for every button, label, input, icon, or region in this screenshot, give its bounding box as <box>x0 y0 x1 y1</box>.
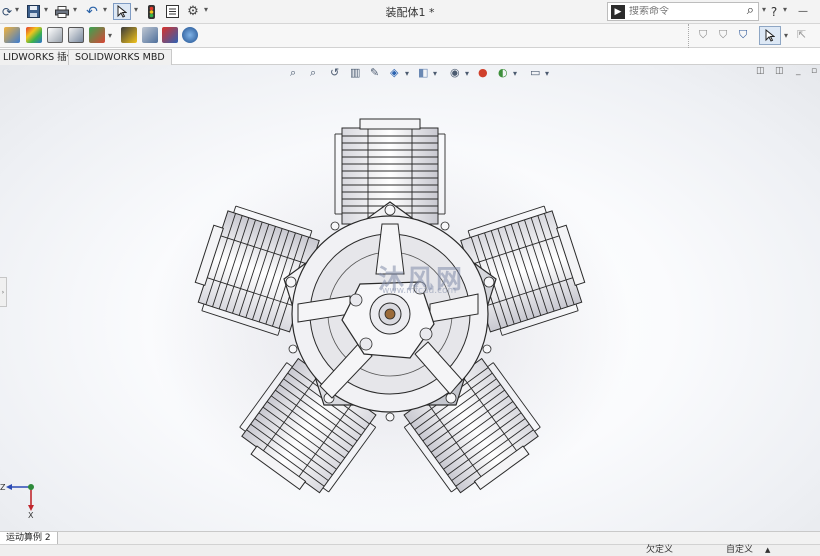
viewport-restore-icon[interactable]: ◫ <box>775 66 784 76</box>
options-dropdown-icon[interactable]: ▾ <box>204 5 208 14</box>
hide-show-items-icon[interactable]: ◉ <box>450 66 460 79</box>
filter-funnel-icon[interactable]: ⛉ <box>699 28 707 42</box>
command-manager-toolbar: ▾ ⛉ ⛉ ⛉ ▾ ⇱ <box>0 24 820 48</box>
status-custom-units[interactable]: 自定义 <box>726 545 753 556</box>
display-style-icon[interactable]: ◧ <box>418 66 428 79</box>
smart-fasteners-icon[interactable] <box>182 27 198 43</box>
zoom-to-fit-icon[interactable]: ⌕ <box>290 66 296 80</box>
viewport-maximize-icon[interactable]: ▫ <box>811 66 817 76</box>
view-settings-dropdown-icon[interactable]: ▾ <box>545 69 549 78</box>
select-tool-dropdown-icon[interactable]: ▾ <box>784 31 788 40</box>
print-dropdown-icon[interactable]: ▾ <box>73 5 77 14</box>
viewport-tile-icon[interactable]: ◫ <box>756 66 765 76</box>
display-style-dropdown-icon[interactable]: ▾ <box>433 69 437 78</box>
apply-scene-dropdown-icon[interactable]: ▾ <box>513 69 517 78</box>
command-tabs: LIDWORKS 插件 SOLIDWORKS MBD <box>0 48 820 65</box>
previous-view-icon[interactable]: ↺ <box>330 66 339 79</box>
section-view-icon[interactable]: ▥ <box>350 66 360 79</box>
search-input[interactable] <box>629 6 729 17</box>
command-search-icon: ▶ <box>611 4 625 19</box>
edit-appearance-icon[interactable]: ● <box>478 66 488 79</box>
filter-edges-icon[interactable]: ⛉ <box>719 28 727 42</box>
view-settings-icon[interactable]: ▭ <box>530 66 540 79</box>
viewport-minimize-icon[interactable]: _ <box>796 66 801 76</box>
appearance-icon[interactable] <box>26 27 42 43</box>
search-dropdown-icon[interactable]: ▾ <box>762 5 766 14</box>
save-icon[interactable] <box>25 3 41 20</box>
graphics-area[interactable]: ⌕ ⌕ ↺ ▥ ✎ ◈ ▾ ◧ ▾ ◉ ▾ ● ◐ ▾ ▭ ▾ ◫ ◫ _ ▫ … <box>0 65 820 531</box>
filter-faces-icon[interactable]: ⛉ <box>739 28 747 42</box>
heads-up-view-toolbar: ⌕ ⌕ ↺ ▥ ✎ ◈ ▾ ◧ ▾ ◉ ▾ ● ◐ ▾ ▭ ▾ <box>290 65 570 81</box>
watermark-url: www.mfcad.com <box>382 286 457 296</box>
help-dropdown-icon[interactable]: ▾ <box>783 5 787 14</box>
save-dropdown-icon[interactable]: ▾ <box>44 5 48 14</box>
minimize-button[interactable]: — <box>797 3 809 20</box>
search-commands-box[interactable]: ▶ ⌕ <box>607 2 759 21</box>
hide-show-dropdown-icon[interactable]: ▾ <box>465 69 469 78</box>
assembly-icon[interactable] <box>4 27 20 43</box>
select-arrow-icon[interactable] <box>113 3 131 20</box>
move-component-icon[interactable] <box>162 27 178 43</box>
motion-study-tabs: 运动算例 2 <box>0 531 820 545</box>
radial-engine-model[interactable] <box>140 99 660 529</box>
triad-z-label: Z <box>0 483 6 492</box>
help-icon[interactable]: ? <box>769 3 779 20</box>
view-orientation-dropdown-icon[interactable]: ▾ <box>405 69 409 78</box>
reference-triad: Z X <box>0 483 34 519</box>
select-dropdown-icon[interactable]: ▾ <box>134 5 138 14</box>
title-bar: ⟳ ▾ ▾ ▾ ↶ ▾ ▾ ⚙ ▾ 装配体1 * ▶ ⌕ ▾ ? ▾ — <box>0 0 820 24</box>
rebuild-traffic-light-icon[interactable] <box>146 3 156 20</box>
insert-components-icon[interactable] <box>89 27 105 43</box>
select-tool-button[interactable] <box>759 26 781 45</box>
view-orientation-icon[interactable]: ◈ <box>390 66 398 79</box>
dynamic-annotation-icon[interactable]: ✎ <box>370 66 379 79</box>
apply-scene-icon[interactable]: ◐ <box>498 66 508 79</box>
file-properties-icon[interactable] <box>164 3 180 20</box>
feature-manager-expand-handle[interactable]: › <box>0 277 7 307</box>
undo-dropdown-icon[interactable]: ▾ <box>103 5 107 14</box>
mate-icon[interactable] <box>142 27 158 43</box>
status-under-defined: 欠定义 <box>646 545 674 555</box>
component-properties-icon[interactable] <box>47 27 63 43</box>
print-icon[interactable] <box>54 3 70 20</box>
undo-icon[interactable]: ↶ <box>84 3 100 20</box>
tab-solidworks-mbd[interactable]: SOLIDWORKS MBD <box>68 49 172 65</box>
filter-toggle-icon[interactable]: ⇱ <box>797 28 806 41</box>
units-dropdown-icon[interactable]: ▲ <box>765 545 770 556</box>
open-icon[interactable]: ⟳ <box>2 3 12 20</box>
options-gear-icon[interactable]: ⚙ <box>185 3 201 20</box>
search-icon[interactable]: ⌕ <box>747 3 754 18</box>
edit-component-icon[interactable] <box>68 27 84 43</box>
explode-view-icon[interactable] <box>121 27 137 43</box>
document-title: 装配体1 * <box>385 6 435 19</box>
insert-dropdown-icon[interactable]: ▾ <box>108 31 112 40</box>
zoom-to-area-icon[interactable]: ⌕ <box>310 66 316 80</box>
open-dropdown-icon[interactable]: ▾ <box>15 5 19 14</box>
triad-x-label: X <box>28 511 34 519</box>
status-bar: 欠定义 自定义 ▲ <box>0 544 820 556</box>
